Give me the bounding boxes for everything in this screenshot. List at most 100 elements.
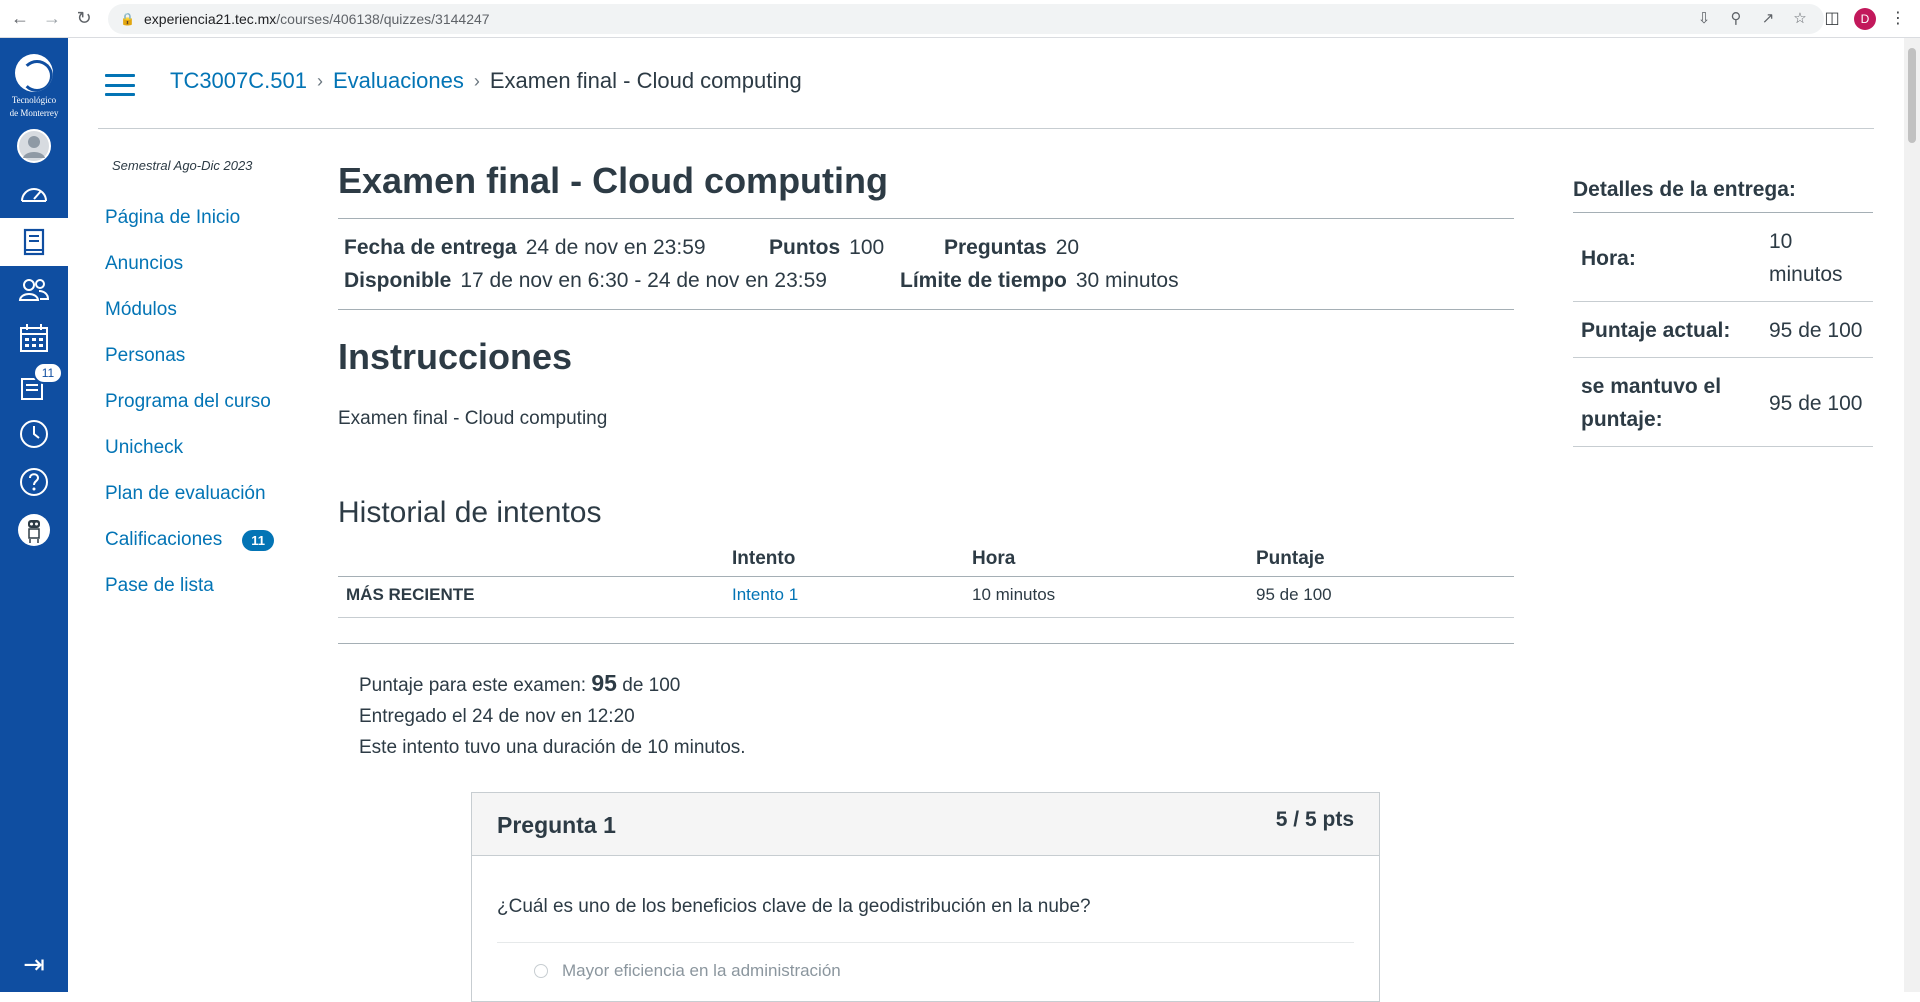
collapse-nav-icon[interactable]: ⇥ xyxy=(0,944,68,984)
course-nav-syllabus[interactable]: Programa del curso xyxy=(105,379,305,425)
logo-globe-icon xyxy=(15,54,53,92)
detail-key: se mantuvo el puntaje: xyxy=(1573,357,1761,447)
score-line: Puntaje para este examen: 95 de 100 xyxy=(359,668,1493,701)
attempt-history-table: Intento Hora Puntaje MÁS RECIENTE Intent… xyxy=(338,544,1514,618)
submission-details-heading: Detalles de la entrega: xyxy=(1573,178,1796,201)
reload-icon[interactable]: ↻ xyxy=(72,7,96,31)
breadcrumb-section-link[interactable]: Evaluaciones xyxy=(333,68,464,94)
nav-inbox[interactable]: 11 xyxy=(0,362,68,410)
course-nav-label: Pase de lista xyxy=(105,575,214,596)
time-limit-value: 30 minutos xyxy=(1075,269,1179,292)
score-cell: 95 de 100 xyxy=(1248,576,1514,618)
courses-book-icon xyxy=(23,228,45,256)
course-nav-people[interactable]: Personas xyxy=(105,333,305,379)
course-nav: Semestral Ago-Dic 2023 Página de Inicio … xyxy=(105,158,305,609)
detail-value: 10 minutos xyxy=(1761,213,1873,302)
profile-avatar[interactable]: D xyxy=(1854,8,1876,30)
mascot-robot-icon xyxy=(18,514,50,546)
back-icon[interactable]: ← xyxy=(8,7,32,31)
hamburger-line xyxy=(105,83,135,87)
available-label: Disponible xyxy=(344,269,452,292)
course-nav-modules[interactable]: Módulos xyxy=(105,287,305,333)
submitted-line: Entregado el 24 de nov en 12:20 xyxy=(359,706,635,727)
course-nav-evaluation-plan[interactable]: Plan de evaluación xyxy=(105,471,305,517)
zoom-icon[interactable]: ⚲ xyxy=(1726,9,1746,29)
attempt-summary: Puntaje para este examen: 95 de 100 Entr… xyxy=(338,644,1514,763)
quiz-meta: Fecha de entrega 24 de nov en 23:59 Punto… xyxy=(338,219,1514,309)
main-content: Examen final - Cloud computing Fecha de … xyxy=(338,160,1514,763)
question-text: ¿Cuál es uno de los beneficios clave de … xyxy=(497,896,1091,917)
bookmark-star-icon[interactable]: ☆ xyxy=(1790,9,1810,29)
radio-button xyxy=(534,964,548,978)
help-question-icon xyxy=(20,468,48,496)
nav-dashboard[interactable] xyxy=(0,170,68,218)
course-nav-attendance[interactable]: Pase de lista xyxy=(105,563,305,609)
duration-line: Este intento tuvo una duración de 10 min… xyxy=(359,737,746,758)
attempt-history-heading: Historial de intentos xyxy=(338,496,602,529)
course-nav-unicheck[interactable]: Unicheck xyxy=(105,425,305,471)
nav-mascot[interactable] xyxy=(0,506,68,554)
quiz-title: Examen final - Cloud computing xyxy=(338,160,889,201)
side-panel-icon[interactable]: ◫ xyxy=(1820,7,1844,31)
global-nav: Tecnológico de Monterrey 11 ⇥ xyxy=(0,38,68,992)
menu-kebab-icon[interactable]: ⋮ xyxy=(1886,7,1910,31)
course-nav-label: Página de Inicio xyxy=(105,207,241,228)
institution-logo[interactable]: Tecnológico de Monterrey xyxy=(0,38,68,122)
time-limit: Límite de tiempo 30 minutos xyxy=(900,264,1179,297)
calendar-icon xyxy=(20,324,48,352)
due-value: 24 de nov en 23:59 xyxy=(525,236,706,259)
questions-value: 20 xyxy=(1055,236,1080,259)
score-prefix: Puntaje para este examen: xyxy=(359,675,587,696)
grades-count-badge: 11 xyxy=(242,529,274,551)
breadcrumb-course-link[interactable]: TC3007C.501 xyxy=(170,68,307,94)
detail-key: Puntaje actual: xyxy=(1573,301,1761,358)
nav-courses[interactable] xyxy=(0,218,68,266)
nav-history[interactable] xyxy=(0,410,68,458)
instructions-heading: Instrucciones xyxy=(338,336,573,377)
answer-option: Mayor eficiencia en la administración xyxy=(497,961,1354,981)
column-header xyxy=(338,544,724,577)
nav-account[interactable] xyxy=(0,122,68,170)
course-nav-label: Anuncios xyxy=(105,253,184,274)
course-nav-label: Unicheck xyxy=(105,437,184,458)
column-header-time: Hora xyxy=(964,544,1248,577)
course-nav-grades[interactable]: Calificaciones 11 xyxy=(105,517,305,563)
time-limit-label: Límite de tiempo xyxy=(900,269,1067,292)
logo-text-line1: Tecnológico xyxy=(11,95,57,105)
course-menu-toggle[interactable] xyxy=(105,74,135,96)
nav-groups[interactable] xyxy=(0,266,68,314)
address-bar[interactable]: 🔒 experiencia21.tec.mx/courses/406138/qu… xyxy=(108,4,1824,34)
divider xyxy=(338,309,1514,310)
question-title: Pregunta 1 xyxy=(497,812,616,838)
hamburger-line xyxy=(105,93,135,96)
nav-calendar[interactable] xyxy=(0,314,68,362)
detail-value: 95 de 100 xyxy=(1761,301,1873,358)
attempt-cell: Intento 1 xyxy=(724,576,964,618)
nav-help[interactable] xyxy=(0,458,68,506)
url-path: /courses/406138/quizzes/3144247 xyxy=(276,11,490,27)
scrollbar-thumb[interactable] xyxy=(1908,48,1916,143)
page-scrollbar[interactable] xyxy=(1904,38,1920,992)
course-nav-home[interactable]: Página de Inicio xyxy=(105,195,305,241)
install-icon[interactable]: ⇩ xyxy=(1694,9,1714,29)
detail-key: Hora: xyxy=(1573,213,1761,302)
table-row: Puntaje actual: 95 de 100 xyxy=(1573,301,1873,358)
account-avatar-icon xyxy=(17,129,51,163)
questions-label: Preguntas xyxy=(944,236,1047,259)
points-label: Puntos xyxy=(769,236,841,259)
course-nav-announcements[interactable]: Anuncios xyxy=(105,241,305,287)
attempt-link[interactable]: Intento 1 xyxy=(732,585,798,604)
dashboard-gauge-icon xyxy=(21,188,47,202)
inbox-unread-badge: 11 xyxy=(33,362,63,384)
share-icon[interactable]: ↗ xyxy=(1758,9,1778,29)
question-body: ¿Cuál es uno de los beneficios clave de … xyxy=(472,856,1379,981)
divider xyxy=(497,942,1354,943)
lock-icon: 🔒 xyxy=(120,12,135,26)
available-value: 17 de nov en 6:30 - 24 de nov en 23:59 xyxy=(460,269,827,292)
hamburger-line xyxy=(105,74,135,77)
submission-details-table: Hora: 10 minutos Puntaje actual: 95 de 1… xyxy=(1573,213,1873,447)
question-card: Pregunta 1 5 / 5 pts ¿Cuál es uno de los… xyxy=(471,792,1380,1002)
forward-icon[interactable]: → xyxy=(40,7,64,31)
due-label: Fecha de entrega xyxy=(344,236,517,259)
history-clock-icon xyxy=(20,420,48,448)
